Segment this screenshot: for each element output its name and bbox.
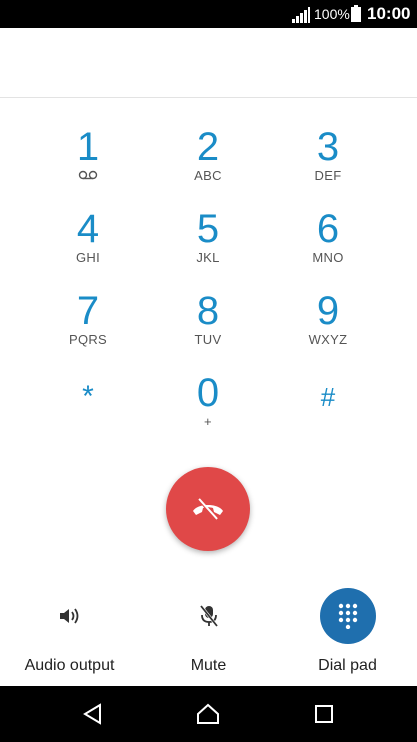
key-9[interactable]: 9 WXYZ — [268, 290, 388, 370]
key-letters: DEF — [314, 168, 342, 183]
dial-pad-button[interactable]: Dial pad — [278, 588, 417, 678]
key-star[interactable]: * — [28, 372, 148, 452]
dialpad-icon — [319, 588, 376, 644]
key-digit: 8 — [196, 289, 220, 333]
end-call-button[interactable] — [166, 467, 250, 551]
key-letters: GHI — [75, 250, 100, 265]
key-8[interactable]: 8 TUV — [148, 290, 268, 370]
mute-button[interactable]: Mute — [139, 588, 278, 678]
key-digit: # — [320, 382, 336, 412]
key-letters: + — [204, 414, 212, 429]
key-digit: 9 — [316, 289, 340, 333]
end-call-icon — [193, 498, 223, 521]
dial-pad-label: Dial pad — [318, 657, 377, 674]
audio-output-label: Audio output — [24, 657, 115, 674]
audio-output-button[interactable]: Audio output — [0, 588, 139, 678]
key-letters: MNO — [312, 250, 344, 265]
key-letters: PQRS — [68, 332, 108, 347]
key-hash[interactable]: # — [268, 372, 388, 452]
key-5[interactable]: 5 JKL — [148, 208, 268, 288]
mute-label: Mute — [190, 657, 227, 674]
key-3[interactable]: 3 DEF — [268, 126, 388, 206]
home-button[interactable] — [194, 700, 222, 728]
status-bar: 100% 10:00 — [0, 0, 417, 28]
back-icon — [83, 703, 101, 725]
battery-percent: 100% — [314, 6, 350, 22]
key-digit: 0 — [196, 371, 220, 415]
speaker-icon — [42, 588, 98, 644]
key-6[interactable]: 6 MNO — [268, 208, 388, 288]
key-letters: TUV — [194, 332, 222, 347]
key-digit: 1 — [76, 125, 100, 169]
key-0[interactable]: 0 + — [148, 372, 268, 452]
key-digit: 4 — [76, 207, 100, 251]
key-digit: 2 — [196, 125, 220, 169]
key-letters: WXYZ — [308, 332, 348, 347]
voicemail-icon — [28, 168, 148, 184]
recents-button[interactable] — [310, 700, 338, 728]
clock: 10:00 — [367, 4, 411, 23]
navigation-bar — [0, 686, 417, 742]
key-digit: 3 — [316, 125, 340, 169]
back-button[interactable] — [79, 700, 107, 728]
number-display[interactable] — [0, 28, 417, 98]
key-digit: 6 — [316, 207, 340, 251]
signal-icon — [292, 7, 310, 23]
key-4[interactable]: 4 GHI — [28, 208, 148, 288]
key-letters: JKL — [196, 250, 220, 265]
key-2[interactable]: 2 ABC — [148, 126, 268, 206]
keypad: 1 2 ABC 3 DEF 4 GHI 5 JKL 6 MNO 7 PQRS 8… — [0, 98, 417, 438]
recents-icon — [315, 705, 333, 723]
home-icon — [197, 703, 219, 724]
key-7[interactable]: 7 PQRS — [28, 290, 148, 370]
key-digit: 7 — [76, 289, 100, 333]
key-letters: ABC — [194, 168, 222, 183]
mic-off-icon — [181, 588, 237, 644]
key-digit: * — [82, 380, 94, 413]
key-digit: 5 — [196, 207, 220, 251]
battery-icon — [351, 5, 361, 22]
key-1[interactable]: 1 — [28, 126, 148, 206]
